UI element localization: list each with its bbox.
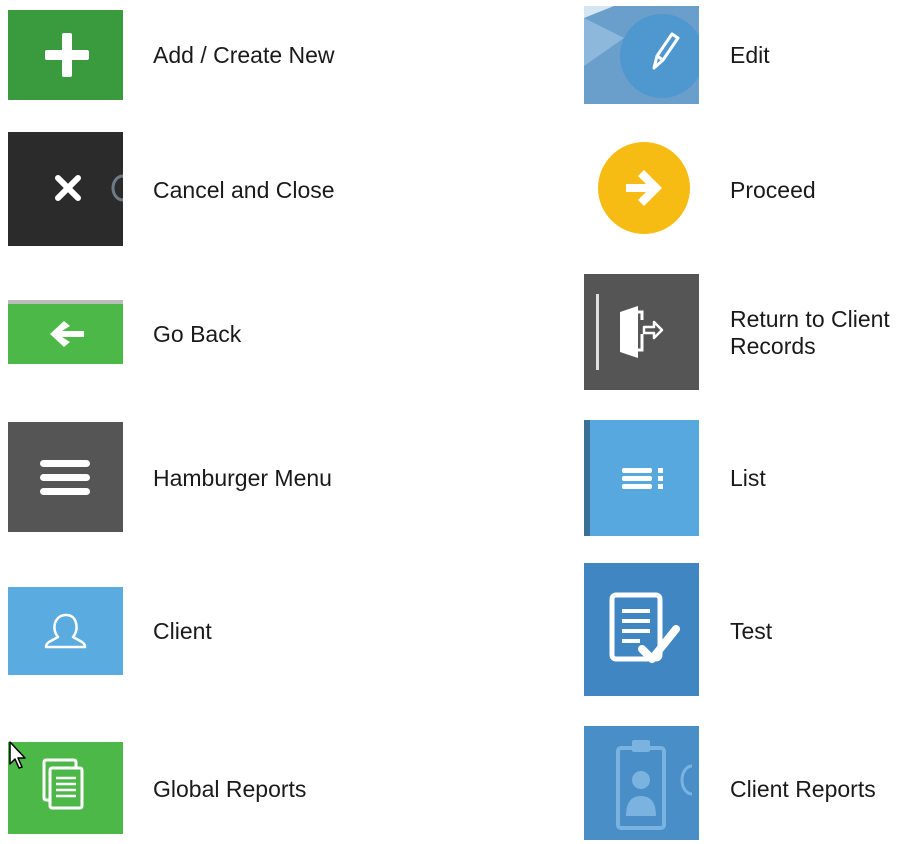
arrow-left-icon <box>50 321 84 347</box>
return-label-line1: Return to Client <box>730 306 890 332</box>
edit-tile[interactable] <box>584 6 699 104</box>
list-label: List <box>730 465 766 491</box>
go-back-tile[interactable] <box>8 300 123 364</box>
edit-label: Edit <box>730 42 770 68</box>
return-to-client-records-tile[interactable] <box>584 274 699 390</box>
pencil-icon <box>584 6 699 98</box>
add-create-new-tile[interactable] <box>8 10 123 100</box>
mouse-cursor-icon <box>9 741 26 769</box>
return-label-line2: Records <box>730 333 816 359</box>
cancel-and-close-label: Cancel and Close <box>153 177 335 203</box>
add-create-new-label: Add / Create New <box>153 42 335 68</box>
proceed-tile[interactable] <box>596 140 692 236</box>
client-reports-tile[interactable] <box>584 726 699 840</box>
hamburger-menu-icon <box>40 460 90 495</box>
arrow-right-circle-icon <box>598 142 690 234</box>
go-back-label: Go Back <box>153 321 242 347</box>
list-tile[interactable] <box>584 420 699 536</box>
list-icon <box>622 468 663 489</box>
hamburger-menu-tile[interactable] <box>8 422 123 532</box>
proceed-label: Proceed <box>730 177 816 203</box>
test-label: Test <box>730 618 773 644</box>
client-label: Client <box>153 618 212 644</box>
clipboard-user-icon <box>616 740 693 830</box>
client-tile[interactable] <box>8 587 123 675</box>
plus-icon <box>45 33 89 77</box>
global-reports-label: Global Reports <box>153 776 307 802</box>
cancel-and-close-tile[interactable] <box>8 132 123 246</box>
checklist-icon <box>609 592 680 663</box>
user-outline-icon <box>44 613 87 649</box>
hamburger-menu-label: Hamburger Menu <box>153 465 332 491</box>
client-reports-label: Client Reports <box>730 776 876 802</box>
door-exit-icon <box>596 294 664 370</box>
return-to-client-records-label: Return to Client Records <box>730 306 918 360</box>
close-icon <box>55 174 123 202</box>
test-tile[interactable] <box>584 563 699 696</box>
